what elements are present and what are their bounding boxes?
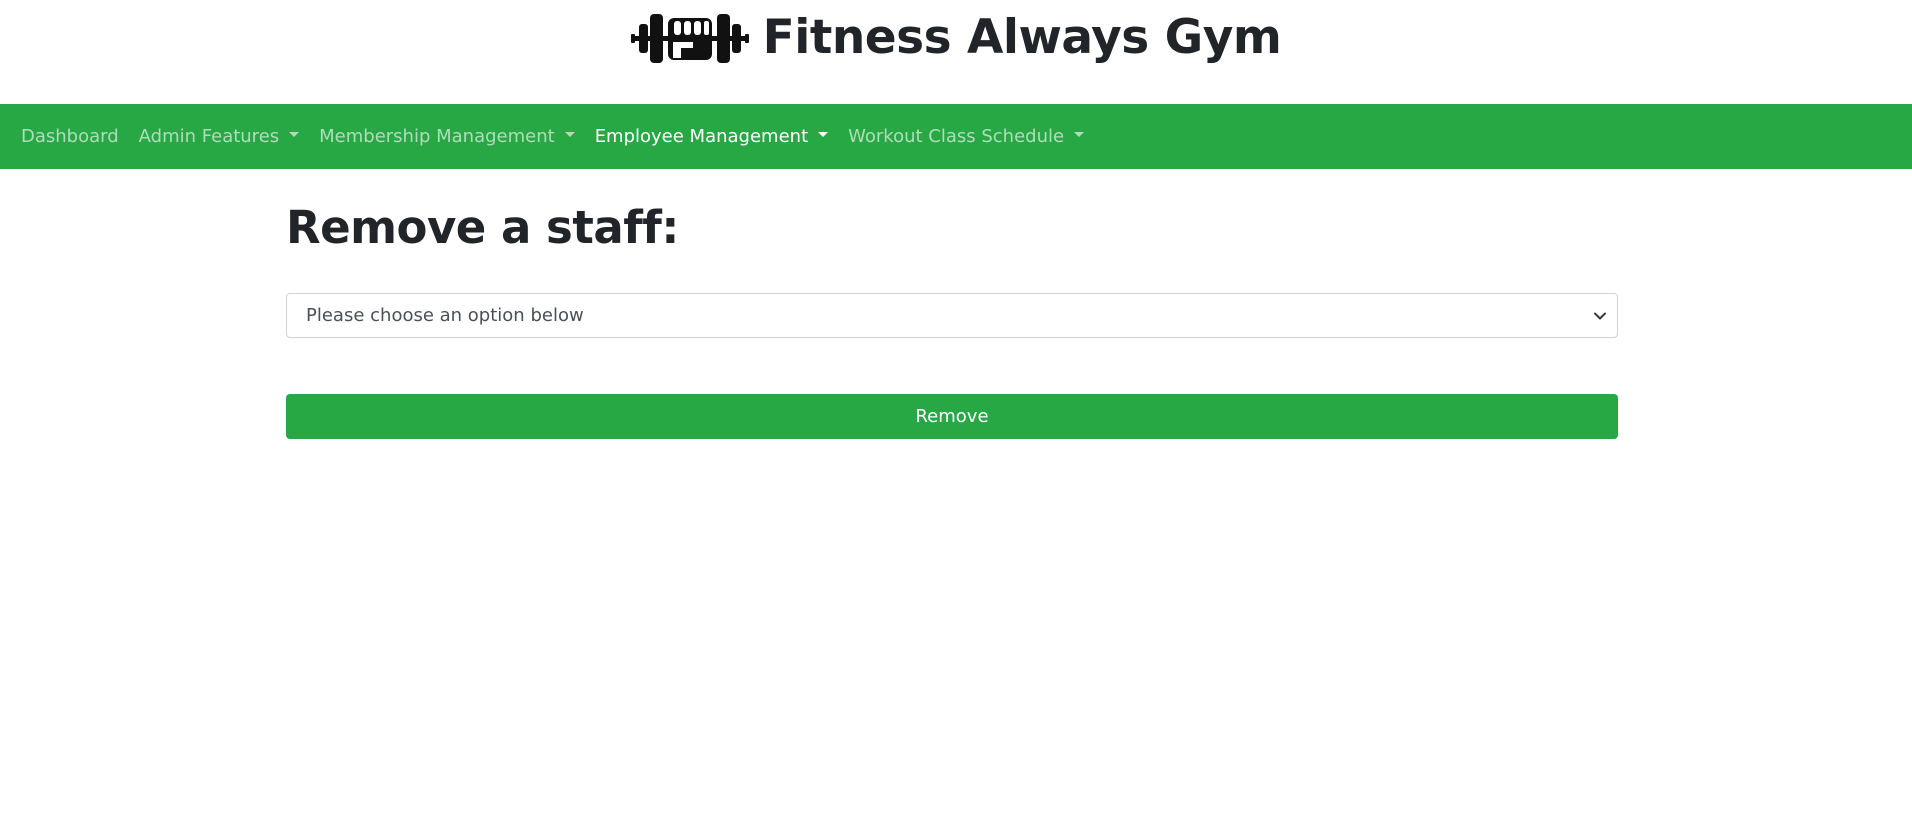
caret-down-icon (289, 132, 300, 137)
chevron-down-icon (1593, 306, 1607, 325)
nav-admin-features-label: Admin Features (138, 126, 280, 147)
main-content: Remove a staff: Please choose an option … (286, 198, 1618, 439)
nav-dashboard[interactable]: Dashboard (21, 126, 119, 147)
site-title: Fitness Always Gym (762, 10, 1282, 65)
nav-admin-features[interactable]: Admin Features (138, 126, 300, 147)
dumbbell-fist-icon (630, 12, 749, 64)
staff-select[interactable]: Please choose an option below (286, 293, 1618, 338)
staff-select-value: Please choose an option below (306, 305, 584, 326)
main-navbar: Dashboard Admin Features Membership Mana… (0, 104, 1912, 169)
nav-membership-management-label: Membership Management (319, 126, 555, 147)
nav-employee-management-label: Employee Management (594, 126, 809, 147)
caret-down-icon (564, 132, 575, 137)
nav-workout-class-schedule[interactable]: Workout Class Schedule (848, 126, 1085, 147)
site-header: Fitness Always Gym (0, 0, 1912, 104)
brand[interactable]: Fitness Always Gym (630, 10, 1282, 66)
page-title: Remove a staff: (286, 201, 679, 254)
nav-employee-management[interactable]: Employee Management (594, 126, 829, 147)
nav-membership-management[interactable]: Membership Management (319, 126, 575, 147)
nav-workout-class-schedule-label: Workout Class Schedule (848, 126, 1065, 147)
remove-button-label: Remove (915, 406, 989, 427)
remove-button[interactable]: Remove (286, 394, 1618, 439)
nav-dashboard-label: Dashboard (21, 126, 119, 147)
caret-down-icon (818, 132, 829, 137)
caret-down-icon (1074, 132, 1085, 137)
